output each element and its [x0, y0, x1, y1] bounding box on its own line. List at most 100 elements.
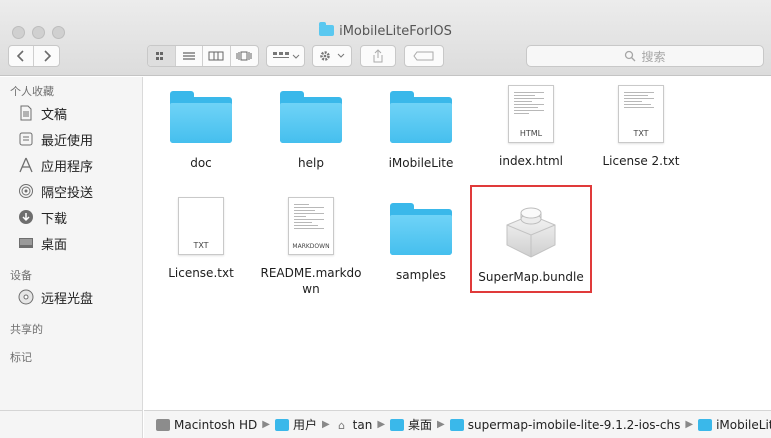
sidebar-item-downloads[interactable]: 下载 — [17, 207, 67, 227]
sidebar-item-remote-disc[interactable]: 远程光盘 — [17, 287, 93, 307]
file-item-document[interactable]: TXT License 2.txt — [581, 85, 701, 169]
shared-header: 共享的 — [10, 323, 43, 336]
devices-header: 设备 — [10, 269, 32, 282]
sidebar-item-applications[interactable]: 应用程序 — [17, 155, 93, 175]
path-item[interactable]: Macintosh HD — [156, 418, 257, 432]
file-item-document[interactable]: MARKDOWN README.markdo wn — [251, 197, 371, 297]
document-icon — [17, 104, 35, 122]
chevron-right-icon: ▶ — [321, 419, 330, 430]
file-name: samples — [396, 268, 446, 282]
folder-icon — [698, 418, 713, 431]
file-grid: doc help iMobileLite HTML index.html TXT… — [144, 77, 771, 410]
tag-icon — [413, 51, 434, 61]
file-extension: TXT — [193, 241, 209, 250]
search-icon — [625, 50, 636, 62]
clock-icon — [17, 130, 35, 148]
path-label: Macintosh HD — [174, 417, 258, 432]
window-title: iMobileLiteForIOS — [0, 22, 771, 39]
sidebar-item-airdrop[interactable]: 隔空投送 — [17, 181, 93, 201]
icon-view-button[interactable] — [148, 46, 176, 66]
sidebar-item-desktop[interactable]: 桌面 — [17, 233, 67, 253]
applications-icon — [17, 156, 35, 174]
list-view-icon — [182, 52, 195, 60]
file-extension: HTML — [519, 129, 543, 138]
file-item-folder[interactable]: doc — [141, 87, 261, 171]
edit-tags-button[interactable] — [404, 45, 444, 67]
folder-icon — [319, 22, 335, 36]
chevron-right-icon — [43, 50, 51, 62]
desktop-icon — [17, 234, 35, 252]
file-name: README.markdo wn — [251, 265, 371, 297]
chevron-right-icon: ▶ — [437, 419, 445, 430]
path-item[interactable]: 用户 — [274, 416, 317, 433]
path-label: 用户 — [292, 418, 317, 432]
path-item[interactable]: 桌面 — [390, 416, 432, 433]
gear-icon — [320, 51, 345, 61]
file-name-line: README.markdo — [260, 266, 362, 280]
list-view-button[interactable] — [176, 46, 203, 66]
forward-button[interactable] — [34, 46, 59, 66]
sidebar-item-label: 远程光盘 — [41, 291, 94, 307]
disc-icon — [17, 288, 35, 306]
view-mode-control — [147, 45, 259, 67]
file-item-folder[interactable]: help — [251, 87, 371, 171]
window-title-text: iMobileLiteForIOS — [339, 24, 452, 39]
file-item-document[interactable]: TXT License.txt — [141, 197, 261, 281]
folder-icon — [390, 418, 405, 431]
arrange-button[interactable] — [266, 45, 305, 67]
download-icon — [17, 208, 35, 226]
text-file-icon: TXT — [618, 85, 664, 143]
path-item[interactable]: iMobileLiteForIOS — [698, 418, 771, 432]
search-field[interactable]: 搜索 — [526, 45, 764, 67]
path-item[interactable]: ⌂ tan — [335, 417, 373, 432]
file-item-folder[interactable]: samples — [361, 199, 481, 283]
file-name: License 2.txt — [602, 154, 680, 168]
sidebar-item-recents[interactable]: 最近使用 — [17, 129, 93, 149]
sidebar-item-label: 下载 — [41, 211, 68, 227]
folder-icon — [390, 91, 452, 143]
path-label: tan — [352, 417, 373, 432]
folder-icon — [170, 91, 232, 143]
sidebar-item-label: 最近使用 — [41, 133, 94, 149]
sidebar-item-documents[interactable]: 文稿 — [17, 103, 67, 123]
folder-icon — [449, 418, 464, 431]
nav-buttons — [8, 45, 60, 67]
chevron-right-icon: ▶ — [262, 419, 270, 430]
file-name: doc — [190, 156, 212, 170]
file-name: iMobileLite — [388, 156, 454, 170]
tags-header: 标记 — [10, 351, 32, 364]
title-toolbar: iMobileLiteForIOS 搜索 — [0, 0, 771, 76]
chevron-right-icon: ▶ — [377, 419, 386, 430]
cover-flow-button[interactable] — [231, 46, 258, 66]
home-icon: ⌂ — [338, 418, 346, 432]
folder-icon — [274, 418, 289, 431]
sidebar-item-label: 桌面 — [41, 237, 68, 253]
chevron-right-icon: ▶ — [685, 419, 694, 430]
sidebar-item-label: 应用程序 — [41, 159, 94, 175]
folder-icon — [390, 203, 452, 255]
action-button[interactable] — [312, 45, 352, 67]
file-extension: TXT — [633, 129, 649, 138]
favorites-header: 个人收藏 — [10, 85, 54, 98]
search-placeholder: 搜索 — [641, 49, 666, 64]
arrange-icon — [272, 52, 299, 59]
sidebar-item-label: 隔空投送 — [41, 185, 94, 201]
file-name: License.txt — [168, 266, 234, 280]
file-item-document[interactable]: HTML index.html — [471, 85, 591, 169]
column-view-button[interactable] — [203, 46, 231, 66]
file-name-line: wn — [302, 282, 320, 296]
file-name: index.html — [499, 154, 563, 168]
file-item-folder[interactable]: iMobileLite — [361, 87, 481, 171]
markdown-file-icon: MARKDOWN — [288, 197, 334, 255]
hard-drive-icon — [156, 418, 170, 431]
share-button[interactable] — [360, 45, 396, 67]
sidebar-footer — [0, 410, 143, 438]
sidebar-item-label: 文稿 — [41, 107, 68, 123]
path-item[interactable]: supermap-imobile-lite-9.1.2-ios-chs — [449, 418, 680, 432]
path-bar: Macintosh HD ▶ 用户 ▶ ⌂ tan ▶ 桌面 ▶ superma… — [144, 410, 771, 438]
finder-window: iMobileLiteForIOS 搜索 个人收藏 文稿 最近使用 应用程序 隔… — [0, 0, 771, 438]
icon-view-icon — [156, 52, 164, 60]
sidebar: 个人收藏 文稿 最近使用 应用程序 隔空投送 下载 桌面 设备 远程光盘 共享的… — [0, 77, 143, 410]
back-button[interactable] — [9, 46, 35, 66]
file-extension: MARKDOWN — [292, 243, 330, 250]
